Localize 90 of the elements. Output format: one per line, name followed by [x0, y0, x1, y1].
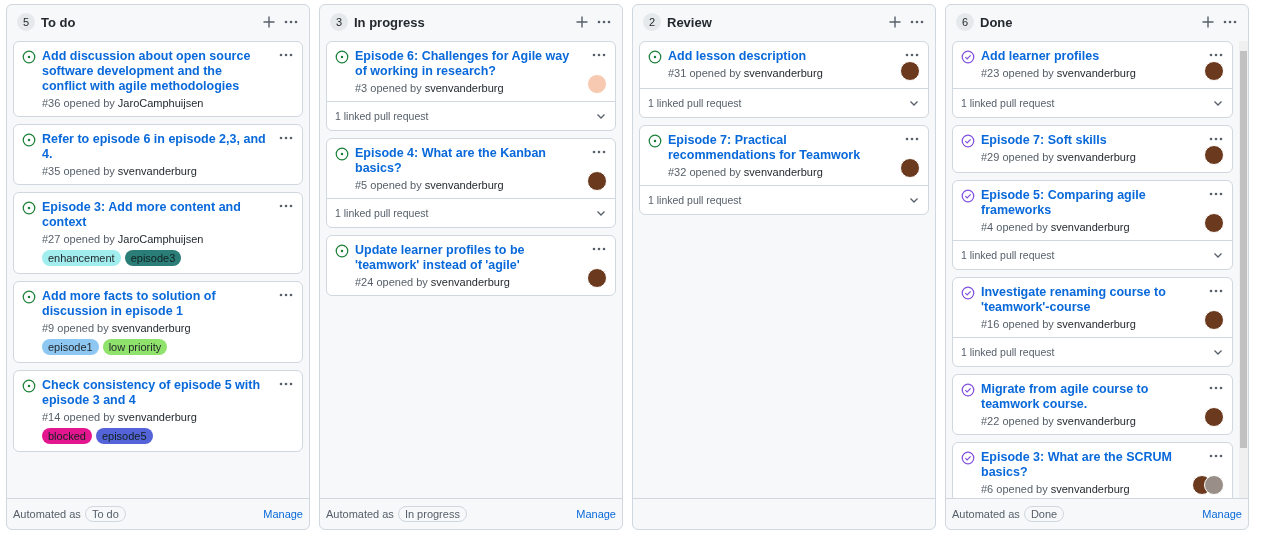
issue-label[interactable]: low priority — [102, 339, 168, 355]
issue-card[interactable]: Migrate from agile course to teamwork course. #22 opened by svenvanderburg — [952, 374, 1233, 435]
avatar-placeholder[interactable] — [1204, 310, 1224, 330]
issue-card[interactable]: Episode 7: Soft skills #29 opened by svenvanderburg — [952, 125, 1233, 173]
issue-title-link[interactable]: Refer to episode 6 in episode 2,3, and 4. — [42, 132, 266, 162]
issue-meta-text: #35 opened by svenvanderburg — [42, 165, 198, 177]
avatar-placeholder[interactable] — [1204, 213, 1224, 233]
issue-title-link[interactable]: Add discussion about open source software development and the conflict with agile methodologies — [42, 49, 266, 94]
issue-title-link[interactable]: Episode 3: What are the SCRUM basics? — [981, 450, 1196, 480]
automation-label: Automated as — [13, 508, 81, 520]
avatar-placeholder[interactable] — [587, 268, 607, 288]
issue-title-link[interactable]: Add learner profiles — [981, 49, 1196, 64]
plus-icon[interactable] — [261, 14, 277, 30]
linked-pull-request-text: 1 linked pull request — [961, 249, 1056, 261]
issue-meta-text: #3 opened by svenvanderburg — [355, 82, 505, 94]
avatar-placeholder[interactable] — [900, 158, 920, 178]
issue-card[interactable]: Episode 7: Practical recommendations for Teamwork #32 opened by svenvanderburg 1 linked pull request — [639, 125, 929, 215]
issue-card[interactable]: Update learner profiles to be 'teamwork' instead of 'agile' #24 opened by svenvanderburg — [326, 235, 616, 296]
issue-meta-text: #14 opened by svenvanderburg — [42, 411, 198, 423]
issue-meta-text: #36 opened by JaroCamphuijsen — [42, 97, 205, 109]
issue-title-link[interactable]: Episode 7: Soft skills — [981, 133, 1196, 148]
column-title: Done — [980, 14, 1014, 30]
issue-card[interactable]: Add lesson description #31 opened by svenvanderburg 1 linked pull request — [639, 41, 929, 118]
issue-card[interactable]: Add more facts to solution of discussion in episode 1 #9 opened by svenvanderburg episode1 low priority — [13, 281, 303, 363]
card-count-badge: 5 — [17, 13, 35, 31]
linked-pull-request-text: 1 linked pull request — [961, 97, 1056, 109]
issue-card[interactable]: Episode 6: Challenges for Agile way of working in research? #3 opened by svenvanderburg 1 linked pull request — [326, 41, 616, 131]
linked-pull-request-text: 1 linked pull request — [335, 110, 430, 122]
issue-card[interactable]: Check consistency of episode 5 with episode 3 and 4 #14 opened by svenvanderburg blocked episode5 — [13, 370, 303, 452]
issue-meta-text: #31 opened by svenvanderburg — [668, 67, 824, 79]
issue-title-link[interactable]: Check consistency of episode 5 with episode 3 and 4 — [42, 378, 266, 408]
issue-meta-text: #29 opened by svenvanderburg — [981, 151, 1137, 163]
issue-label[interactable]: episode1 — [42, 339, 99, 355]
issue-meta-text: #22 opened by svenvanderburg — [981, 415, 1137, 427]
issue-label[interactable]: blocked — [42, 428, 92, 444]
column-title: To do — [41, 14, 77, 30]
issue-title-link[interactable]: Episode 4: What are the Kanban basics? — [355, 146, 579, 176]
avatar-placeholder[interactable] — [900, 61, 920, 81]
issue-meta-text: #32 opened by svenvanderburg — [668, 166, 824, 178]
issue-title-link[interactable]: Add lesson description — [668, 49, 892, 64]
linked-pull-request-text: 1 linked pull request — [335, 207, 430, 219]
issue-title-link[interactable]: Add more facts to solution of discussion in episode 1 — [42, 289, 266, 319]
issue-title-link[interactable]: Investigate renaming course to 'teamwork'-course — [981, 285, 1196, 315]
issue-title-link[interactable]: Update learner profiles to be 'teamwork' instead of 'agile' — [355, 243, 579, 273]
issue-meta-text: #16 opened by svenvanderburg — [981, 318, 1137, 330]
linked-pull-request-text: 1 linked pull request — [961, 346, 1056, 358]
avatar-placeholder[interactable] — [587, 171, 607, 191]
issue-title-link[interactable]: Episode 5: Comparing agile frameworks — [981, 188, 1196, 218]
issue-card[interactable]: Episode 3: Add more content and context #27 opened by JaroCamphuijsen enhancement episode3 — [13, 192, 303, 274]
scrollbar[interactable] — [1239, 41, 1248, 498]
issue-meta-text: #24 opened by svenvanderburg — [355, 276, 511, 288]
manage-link[interactable]: Manage — [576, 508, 616, 520]
issue-title-link[interactable]: Episode 3: Add more content and context — [42, 200, 266, 230]
issue-meta-text: #9 opened by svenvanderburg — [42, 322, 192, 334]
issue-meta-text: #6 opened by svenvanderburg — [981, 483, 1131, 495]
card-count-badge: 3 — [330, 13, 348, 31]
avatar-placeholder[interactable] — [1204, 61, 1224, 81]
issue-title-link[interactable]: Episode 6: Challenges for Agile way of working in research? — [355, 49, 579, 79]
linked-pull-request-text: 1 linked pull request — [648, 194, 743, 206]
issue-meta-text: #27 opened by JaroCamphuijsen — [42, 233, 205, 245]
manage-link[interactable]: Manage — [1202, 508, 1242, 520]
manage-link[interactable]: Manage — [263, 508, 303, 520]
linked-pull-request-text: 1 linked pull request — [648, 97, 743, 109]
issue-card[interactable]: Investigate renaming course to 'teamwork'-course #16 opened by svenvanderburg 1 linked pull request — [952, 277, 1233, 367]
issue-card[interactable]: Episode 5: Comparing agile frameworks #4 opened by svenvanderburg 1 linked pull request — [952, 180, 1233, 270]
issue-card[interactable]: Episode 3: What are the SCRUM basics? #6 opened by svenvanderburg — [952, 442, 1233, 498]
column-title: In progress — [354, 14, 426, 30]
issue-card[interactable]: Refer to episode 6 in episode 2,3, and 4. #35 opened by svenvanderburg — [13, 124, 303, 185]
issue-title-link[interactable]: Migrate from agile course to teamwork course. — [981, 382, 1196, 412]
issue-meta-text: #23 opened by svenvanderburg — [981, 67, 1137, 79]
avatar-placeholder[interactable] — [1204, 407, 1224, 427]
avatar-placeholder[interactable] — [1204, 475, 1224, 495]
plus-icon[interactable] — [574, 14, 590, 30]
automation-label: Automated as — [326, 508, 394, 520]
issue-meta-text: #5 opened by svenvanderburg — [355, 179, 505, 191]
plus-icon[interactable] — [887, 14, 903, 30]
avatar-placeholder[interactable] — [1204, 145, 1224, 165]
plus-icon[interactable] — [1200, 14, 1216, 30]
issue-title-link[interactable]: Episode 7: Practical recommendations for Teamwork — [668, 133, 892, 163]
issue-label[interactable]: episode3 — [124, 250, 182, 266]
issue-label[interactable]: enhancement — [42, 250, 121, 266]
issue-label[interactable]: episode5 — [95, 428, 153, 444]
issue-meta-text: #4 opened by svenvanderburg — [981, 221, 1131, 233]
issue-card[interactable]: Episode 4: What are the Kanban basics? #5 opened by svenvanderburg 1 linked pull request — [326, 138, 616, 228]
issue-card[interactable]: Add discussion about open source software development and the conflict with agile methodologies #36 opened by JaroCamphuijsen — [13, 41, 303, 117]
column-title: Review — [667, 14, 713, 30]
issue-card[interactable]: Add learner profiles #23 opened by svenvanderburg 1 linked pull request — [952, 41, 1233, 118]
automation-label: Automated as — [952, 508, 1020, 520]
card-count-badge: 6 — [956, 13, 974, 31]
card-count-badge: 2 — [643, 13, 661, 31]
